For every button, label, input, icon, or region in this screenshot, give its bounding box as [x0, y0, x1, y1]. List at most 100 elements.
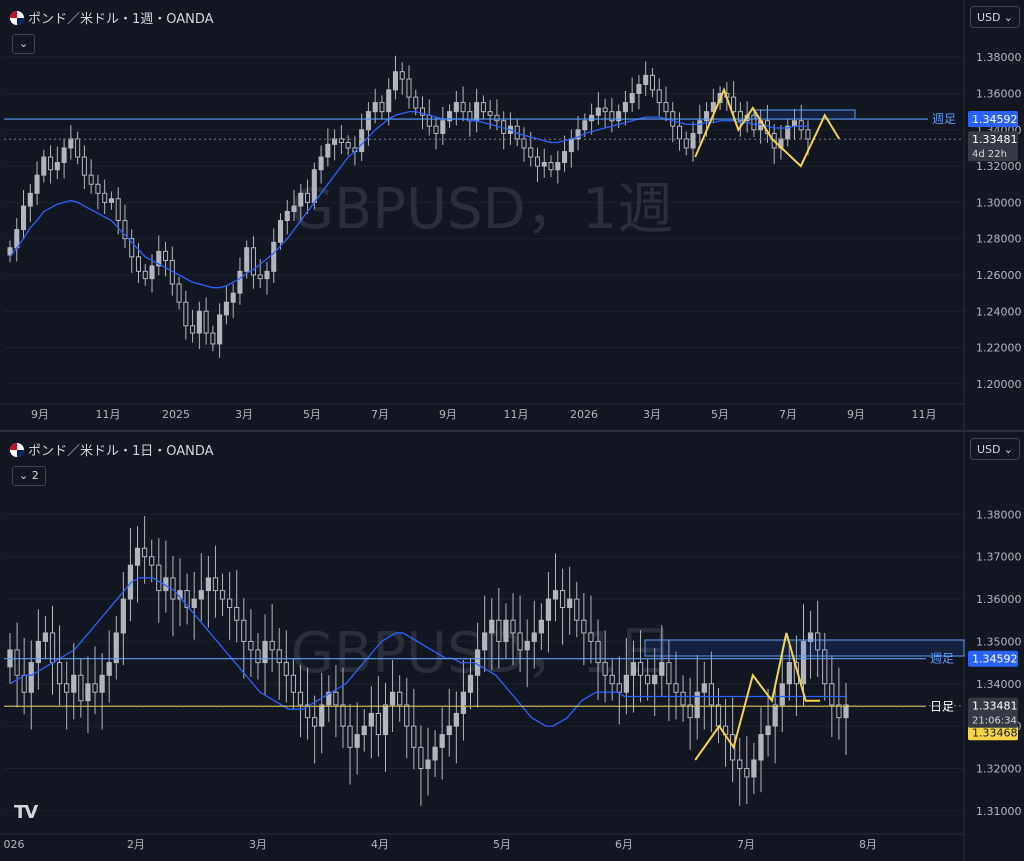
currency-label: USD: [977, 11, 1001, 24]
candle-body: [656, 89, 662, 104]
candle-body: [257, 274, 263, 280]
candle-body: [176, 283, 182, 303]
candle-body: [149, 556, 155, 566]
candle-body: [27, 192, 33, 207]
time-tick-label: 7月: [371, 408, 389, 421]
candle-body: [737, 759, 743, 769]
candle-body: [440, 120, 446, 134]
candle-body: [340, 704, 346, 727]
currency-select[interactable]: USD ⌄: [970, 438, 1020, 460]
candle-body: [248, 640, 254, 651]
candle-body: [135, 256, 142, 272]
candle-body: [217, 314, 223, 345]
candle-body: [541, 161, 547, 167]
candle-body: [298, 192, 304, 207]
candle-body: [433, 125, 439, 134]
candle-body: [368, 712, 374, 727]
tradingview-logo[interactable]: TV: [14, 802, 38, 823]
candle-body: [244, 247, 250, 272]
candle-body: [234, 607, 240, 621]
candle-body: [382, 704, 389, 736]
candle-body: [227, 598, 233, 609]
daily-chart-title: ポンド／米ドル・1日・OANDA: [10, 440, 214, 459]
candle-body: [347, 725, 353, 748]
candle-body: [538, 619, 544, 634]
daily-price-tag-text: 1.33468: [972, 726, 1018, 739]
candle-body: [359, 129, 365, 153]
candle-body: [643, 74, 649, 85]
candle-body: [205, 577, 211, 592]
candle-body: [255, 649, 261, 664]
weekly-price-tag-text: 1.34592: [972, 113, 1018, 126]
time-tick-label: 5月: [711, 408, 729, 421]
candle-body: [524, 640, 530, 651]
collapse-button[interactable]: ⌄: [12, 34, 36, 54]
candle-body: [649, 74, 655, 91]
candle-body: [701, 683, 707, 693]
time-tick-label: 7月: [779, 408, 797, 421]
candle-body: [134, 547, 141, 566]
candle-body: [92, 683, 98, 693]
daily-chart-panel[interactable]: GBPUSD，1日 1.38000 1.37000 1.36000 1.35000 1.3…: [0, 432, 1024, 861]
candle-body: [95, 183, 101, 194]
time-tick-label: 5月: [493, 838, 511, 851]
candle-body: [71, 674, 77, 693]
candle-body: [269, 640, 275, 651]
collapse-button[interactable]: ⌄ 2: [12, 466, 46, 486]
time-tick-label: 2025: [162, 408, 190, 421]
time-tick-label: 9月: [439, 408, 457, 421]
candle-body: [791, 120, 798, 127]
price-tick-label: 1.38000: [976, 508, 1022, 521]
weekly-chart-panel[interactable]: GBPUSD，1週 1.38000 1.36000 1.34000 1.32000 1.3…: [0, 0, 1024, 430]
candle-body: [190, 325, 196, 334]
time-tick-label: 5月: [303, 408, 321, 421]
currency-select[interactable]: USD ⌄: [970, 6, 1020, 28]
candle-body: [365, 111, 371, 131]
candle-body: [636, 83, 642, 95]
candle-body: [20, 205, 27, 231]
candle-body: [325, 143, 331, 158]
candle-body: [354, 734, 360, 748]
time-tick-label: 9月: [31, 408, 49, 421]
daily-chart-svg[interactable]: GBPUSD，1日 1.38000 1.37000 1.36000 1.35000 1.3…: [0, 432, 1024, 861]
candle-body: [399, 71, 405, 80]
candle-body: [758, 734, 764, 761]
candle-body: [312, 717, 318, 727]
candle-body: [487, 111, 493, 116]
candle-body: [230, 292, 236, 303]
candle-body: [102, 192, 108, 203]
candle-body: [432, 746, 438, 761]
candle-body: [531, 632, 537, 642]
time-tick-label: 7月: [737, 838, 755, 851]
candle-body: [453, 712, 459, 727]
candle-body: [622, 102, 628, 113]
candle-body: [517, 632, 523, 651]
candle-body: [528, 147, 534, 158]
weekly-chart-svg[interactable]: GBPUSD，1週1.380001.360001.340001.320001.3…: [0, 0, 1024, 430]
candle-body: [446, 725, 452, 736]
countdown-text: 21:06:34: [972, 716, 1017, 727]
chevron-down-icon: ⌄: [19, 469, 29, 482]
chevron-down-icon: ⌄: [1003, 11, 1013, 24]
candle-body: [545, 598, 552, 621]
candle-body: [108, 198, 114, 203]
candle-body: [284, 210, 290, 222]
candle-body: [28, 662, 34, 693]
candle-body: [474, 102, 480, 122]
candle-body: [392, 71, 399, 91]
candle-body: [64, 683, 70, 693]
candle-body: [14, 649, 20, 676]
candle-body: [203, 310, 209, 334]
candle-body: [645, 674, 651, 685]
price-tick-label: 1.26000: [976, 269, 1022, 282]
time-tick-label: 6月: [615, 838, 633, 851]
candle-body: [276, 649, 282, 664]
candle-body: [219, 590, 226, 600]
candle-body: [290, 674, 297, 693]
price-tick-label: 1.28000: [976, 233, 1022, 246]
candle-body: [379, 102, 385, 113]
candle-body: [345, 142, 351, 149]
daily-title-text: ポンド／米ドル・1日・OANDA: [28, 444, 214, 459]
candle-body: [120, 598, 126, 634]
candle-body: [404, 704, 410, 727]
